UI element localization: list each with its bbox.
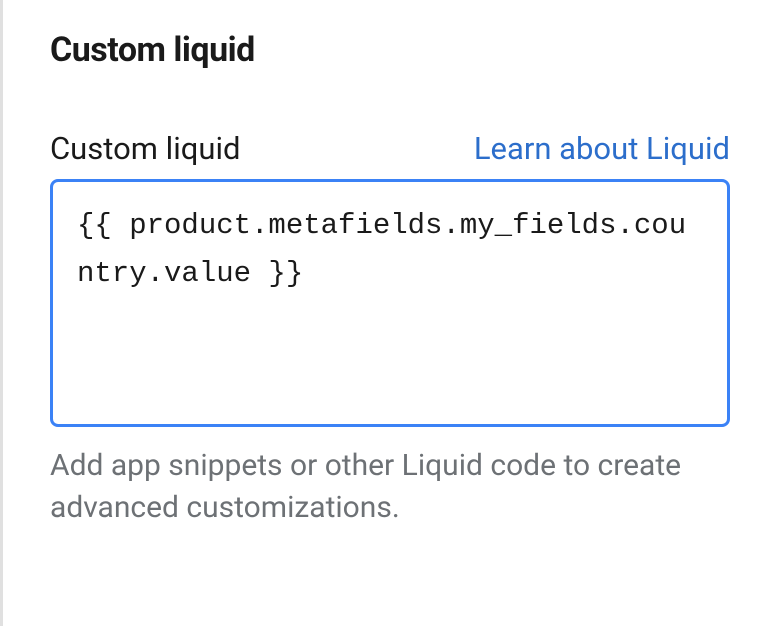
- field-help-text: Add app snippets or other Liquid code to…: [50, 445, 730, 529]
- panel-left-border: [0, 0, 3, 626]
- field-label: Custom liquid: [50, 130, 240, 167]
- custom-liquid-textarea[interactable]: [57, 186, 723, 416]
- code-input-wrapper: [50, 179, 730, 427]
- section-heading: Custom liquid: [50, 30, 730, 70]
- learn-about-liquid-link[interactable]: Learn about Liquid: [474, 130, 730, 167]
- field-label-row: Custom liquid Learn about Liquid: [50, 130, 730, 167]
- custom-liquid-panel: Custom liquid Custom liquid Learn about …: [0, 0, 770, 559]
